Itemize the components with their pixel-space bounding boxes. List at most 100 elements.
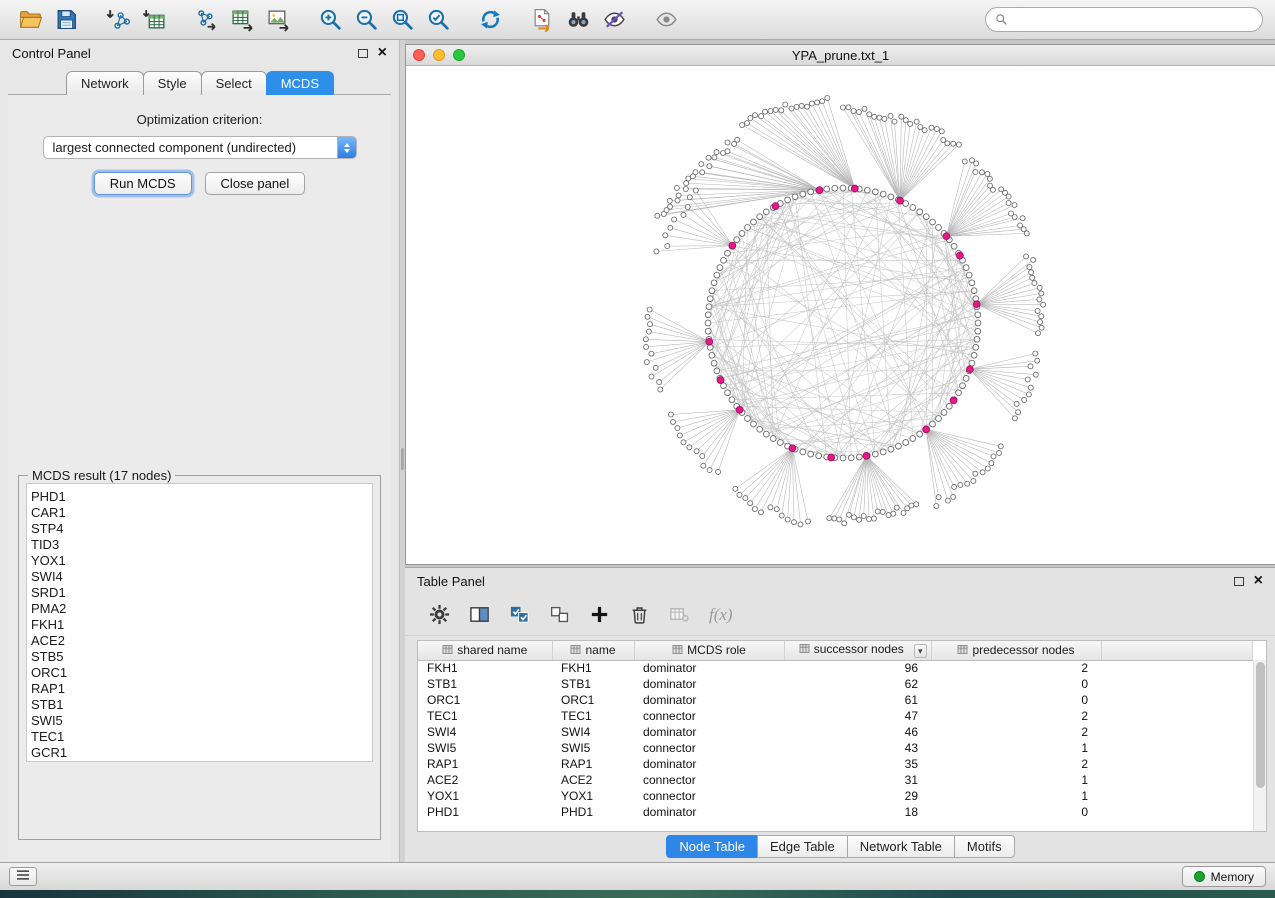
table-row[interactable]: PHD1PHD1dominator180 — [418, 804, 1253, 820]
criterion-dropdown[interactable]: largest connected component (undirected) — [43, 136, 357, 159]
zoom-fit-icon — [390, 7, 415, 32]
clone-network-button[interactable] — [524, 4, 560, 36]
export-network-button[interactable] — [188, 4, 224, 36]
deselect-all-checkboxes-icon[interactable] — [549, 604, 570, 625]
zoom-fit-button[interactable] — [384, 4, 420, 36]
close-panel-button[interactable]: Close panel — [205, 172, 306, 195]
table-tab-node-table[interactable]: Node Table — [666, 835, 758, 858]
control-panel-tab-network[interactable]: Network — [66, 71, 144, 95]
mcds-result-item[interactable]: STB1 — [31, 697, 372, 713]
column-header-shared-name[interactable]: shared name — [418, 641, 552, 660]
mcds-result-item[interactable]: PHD1 — [31, 489, 372, 505]
show-columns-icon[interactable] — [469, 604, 490, 625]
export-table-button[interactable] — [224, 4, 260, 36]
control-panel-tab-select[interactable]: Select — [201, 71, 267, 95]
mcds-result-item[interactable]: ACE2 — [31, 633, 372, 649]
float-table-panel-icon[interactable] — [1234, 577, 1244, 586]
select-all-checkboxes-icon[interactable] — [509, 604, 530, 625]
mcds-tab-content: Optimization criterion: largest connecte… — [8, 94, 391, 862]
mcds-result-item[interactable]: STB5 — [31, 649, 372, 665]
run-mcds-button[interactable]: Run MCDS — [94, 172, 192, 195]
cell-shared-name: SWI4 — [418, 724, 552, 740]
export-image-button[interactable] — [260, 4, 296, 36]
mcds-result-item[interactable]: GCR1 — [31, 745, 372, 761]
delete-column-trash-icon[interactable] — [629, 604, 650, 625]
mcds-result-item[interactable]: FKH1 — [31, 617, 372, 633]
search-box[interactable] — [985, 7, 1263, 32]
create-column-plus-icon[interactable] — [589, 604, 610, 625]
column-header-MCDS-role[interactable]: MCDS role — [634, 641, 784, 660]
close-panel-icon[interactable]: × — [378, 45, 387, 61]
mcds-result-item[interactable]: SWI4 — [31, 569, 372, 585]
zoom-selected-button[interactable] — [420, 4, 456, 36]
minimize-window-button[interactable] — [433, 49, 445, 61]
close-table-panel-icon[interactable]: × — [1254, 573, 1263, 589]
table-tab-motifs[interactable]: Motifs — [954, 835, 1015, 858]
control-panel-tab-mcds[interactable]: MCDS — [266, 71, 334, 95]
table-row[interactable]: SWI4SWI4dominator462 — [418, 724, 1253, 740]
network-window-titlebar[interactable]: YPA_prune.txt_1 — [406, 45, 1275, 66]
memory-button[interactable]: Memory — [1182, 866, 1266, 887]
table-tab-network-table[interactable]: Network Table — [847, 835, 955, 858]
mcds-result-item[interactable]: YOX1 — [31, 553, 372, 569]
cell-shared-name: FKH1 — [418, 660, 552, 676]
float-panel-icon[interactable] — [358, 49, 368, 58]
dropdown-stepper-icon[interactable] — [337, 137, 356, 158]
cell-mcds-role: dominator — [634, 724, 784, 740]
import-table-button[interactable] — [136, 4, 172, 36]
mcds-result-item[interactable]: TID3 — [31, 537, 372, 553]
mcds-result-item[interactable]: STP4 — [31, 521, 372, 537]
hide-details-button[interactable] — [596, 4, 632, 36]
open-button[interactable] — [12, 4, 48, 36]
table-tab-edge-table[interactable]: Edge Table — [757, 835, 848, 858]
main-area: Control Panel × NetworkStyleSelectMCDS O… — [0, 40, 1275, 862]
mcds-result-item[interactable]: RAP1 — [31, 681, 372, 697]
mcds-result-item[interactable]: CAR1 — [31, 505, 372, 521]
mcds-result-item[interactable]: SWI5 — [31, 713, 372, 729]
control-panel-tab-style[interactable]: Style — [143, 71, 202, 95]
column-header-successor-nodes[interactable]: successor nodes▾ — [784, 641, 931, 660]
import-network-button[interactable] — [100, 4, 136, 36]
network-canvas[interactable] — [406, 66, 1275, 564]
mcds-result-item[interactable]: SRD1 — [31, 585, 372, 601]
network-window-title: YPA_prune.txt_1 — [476, 48, 1205, 63]
cell-filler — [1101, 772, 1253, 788]
scrollbar-thumb[interactable] — [1256, 662, 1265, 788]
column-header-predecessor-nodes[interactable]: predecessor nodes — [931, 641, 1101, 660]
cell-predecessor-nodes: 2 — [931, 708, 1101, 724]
status-menu-button[interactable] — [9, 867, 37, 886]
control-panel-header: Control Panel × — [0, 40, 399, 66]
cell-predecessor-nodes: 0 — [931, 804, 1101, 820]
table-row[interactable]: FKH1FKH1dominator962 — [418, 660, 1253, 676]
search-input[interactable] — [1013, 13, 1253, 27]
zoom-in-button[interactable] — [312, 4, 348, 36]
mcds-result-item[interactable]: TEC1 — [31, 729, 372, 745]
table-row[interactable]: STB1STB1dominator620 — [418, 676, 1253, 692]
table-row[interactable]: SWI5SWI5connector431 — [418, 740, 1253, 756]
show-details-button[interactable] — [648, 4, 684, 36]
refresh-button[interactable] — [472, 4, 508, 36]
table-scrollbar[interactable] — [1253, 660, 1266, 831]
column-header-name[interactable]: name — [552, 641, 634, 660]
table-row[interactable]: ACE2ACE2connector311 — [418, 772, 1253, 788]
mcds-buttons-row: Run MCDS Close panel — [8, 172, 391, 195]
close-window-button[interactable] — [413, 49, 425, 61]
cell-name: YOX1 — [552, 788, 634, 804]
zoom-window-button[interactable] — [453, 49, 465, 61]
table-row[interactable]: RAP1RAP1dominator352 — [418, 756, 1253, 772]
table-row[interactable]: TEC1TEC1connector472 — [418, 708, 1253, 724]
import-table-icon — [142, 7, 167, 32]
save-button[interactable] — [48, 4, 84, 36]
zoom-out-button[interactable] — [348, 4, 384, 36]
mcds-result-item[interactable]: ORC1 — [31, 665, 372, 681]
sort-dropdown-icon[interactable]: ▾ — [914, 644, 927, 658]
table-panel-title: Table Panel — [417, 574, 485, 589]
mcds-result-list[interactable]: PHD1CAR1STP4TID3YOX1SWI4SRD1PMA2FKH1ACE2… — [26, 483, 373, 762]
mcds-result-item[interactable]: PMA2 — [31, 601, 372, 617]
panel-splitter[interactable] — [400, 40, 405, 862]
table-settings-gear-icon[interactable] — [429, 604, 450, 625]
cell-name: PHD1 — [552, 804, 634, 820]
table-row[interactable]: YOX1YOX1connector291 — [418, 788, 1253, 804]
find-button[interactable] — [560, 4, 596, 36]
table-row[interactable]: ORC1ORC1dominator610 — [418, 692, 1253, 708]
